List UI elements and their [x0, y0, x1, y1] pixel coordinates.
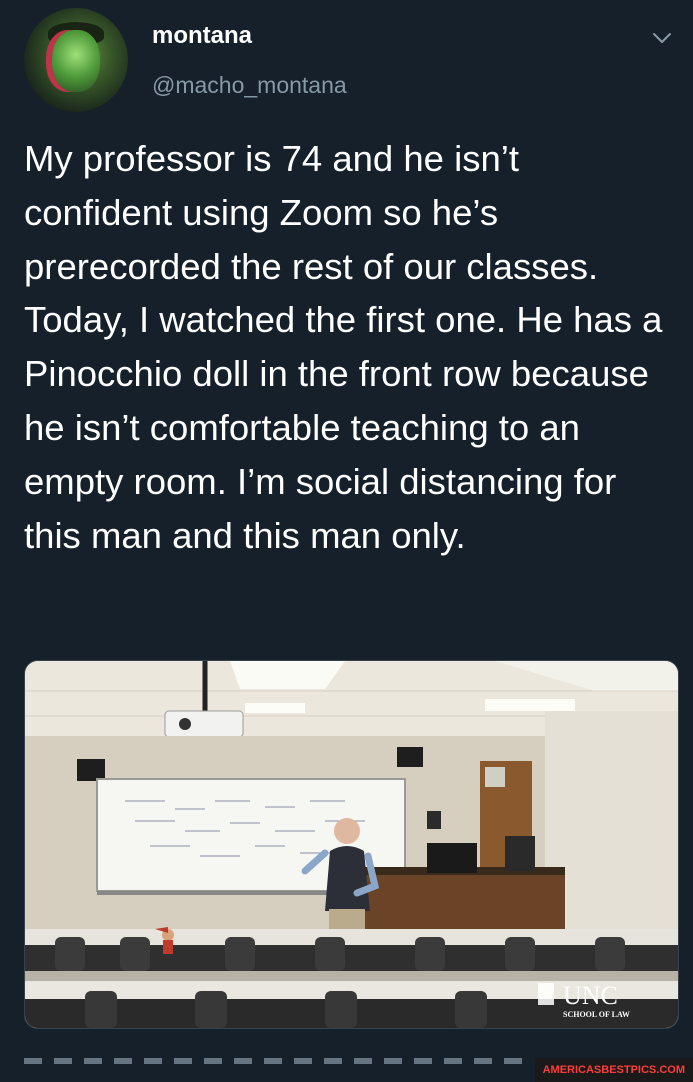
tweet-media-image[interactable]: UNC SCHOOL OF LAW — [24, 660, 679, 1029]
chevron-down-icon[interactable] — [650, 26, 674, 50]
user-handle[interactable]: @macho_montana — [152, 72, 347, 99]
logo-text: UNC — [563, 981, 618, 1010]
display-name[interactable]: montana — [152, 22, 252, 50]
classroom-photo: UNC SCHOOL OF LAW — [25, 661, 678, 1028]
tweet-text: My professor is 74 and he isn’t confiden… — [24, 138, 663, 556]
watermark: AMERICASBESTPICS.COM — [534, 1058, 693, 1082]
logo-subtext: SCHOOL OF LAW — [563, 1010, 630, 1019]
tweet-header: montana @macho_montana — [24, 8, 674, 118]
cropped-timestamp — [24, 1058, 524, 1064]
avatar-face — [52, 30, 100, 92]
avatar[interactable] — [24, 8, 128, 112]
timestamp-strip — [24, 1058, 524, 1082]
